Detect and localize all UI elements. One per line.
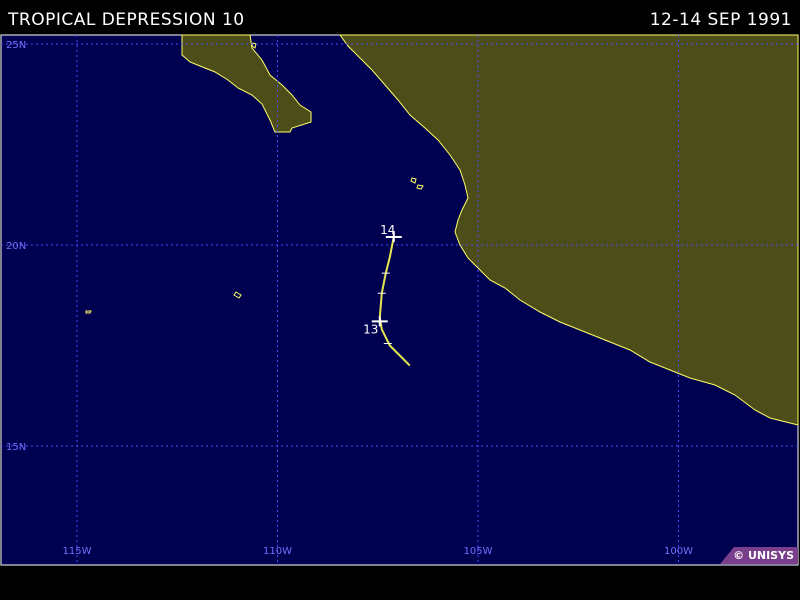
credit-text: © UNISYS	[733, 549, 794, 562]
day-marker-label: 14	[380, 223, 395, 237]
longitude-label: 100W	[664, 546, 693, 557]
day-marker-label: 13	[363, 322, 378, 336]
storm-title: TROPICAL DEPRESSION 10	[8, 10, 245, 30]
longitude-label: 105W	[464, 546, 493, 557]
latitude-label: 15N	[6, 442, 26, 453]
latitude-label: 20N	[6, 241, 26, 252]
longitude-label: 110W	[263, 546, 292, 557]
longitude-label: 115W	[63, 546, 92, 557]
storm-track-map: 115W 110W 105W 100W 25N 20N 15N 13 14	[0, 34, 799, 566]
date-range: 12-14 SEP 1991	[649, 10, 792, 30]
latitude-label: 25N	[6, 40, 26, 51]
